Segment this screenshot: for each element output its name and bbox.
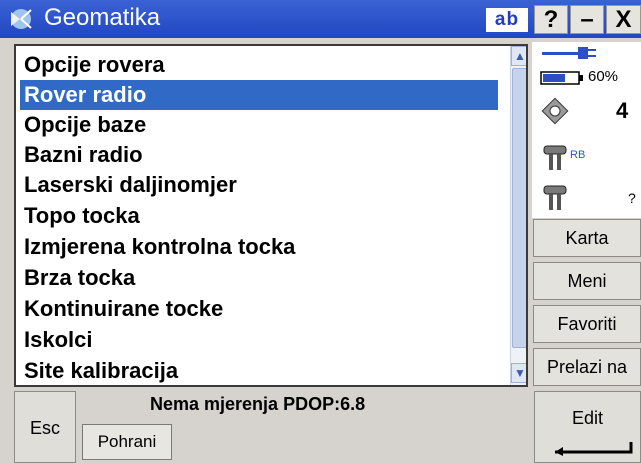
favorites-button[interactable]: Favoriti: [533, 305, 641, 343]
list-item[interactable]: Kontinuirane tocke: [20, 294, 498, 324]
list-item[interactable]: Izmjerena kontrolna tocka: [20, 232, 498, 262]
title-bar: Geomatika ab ? – X: [0, 0, 641, 38]
base-receiver-icon: [543, 185, 567, 210]
map-button-label: Karta: [565, 228, 609, 248]
list-item[interactable]: Opcije rovera: [20, 50, 498, 80]
menu-list[interactable]: Opcije rovera Rover radio Opcije baze Ba…: [14, 44, 528, 387]
list-item[interactable]: Iskolci: [20, 325, 498, 355]
list-item[interactable]: Site kalibracija: [20, 356, 498, 385]
minimize-button[interactable]: –: [570, 5, 604, 34]
scroll-down-icon[interactable]: ▼: [511, 363, 526, 383]
list-item[interactable]: Laserski daljinomjer: [20, 170, 498, 200]
measurement-status: Nema mjerenja PDOP:6.8: [150, 394, 366, 414]
switch-to-button-label: Prelazi na: [546, 357, 628, 377]
rover-radio-label: RB: [570, 149, 586, 161]
edit-button-label: Edit: [571, 408, 604, 428]
esc-button[interactable]: Esc: [14, 391, 76, 463]
list-item[interactable]: Opcije baze: [20, 110, 498, 140]
rover-receiver-icon: [543, 145, 567, 170]
list-item-selected[interactable]: Rover radio: [20, 80, 498, 110]
scroll-up-icon[interactable]: ▲: [511, 46, 526, 66]
list-item[interactable]: Bazni radio: [20, 140, 498, 170]
map-button[interactable]: Karta: [533, 219, 641, 257]
status-panel: 60% 4 RB ?: [532, 42, 641, 218]
store-button[interactable]: Pohrani: [82, 424, 172, 460]
battery-percent: 60%: [588, 68, 619, 85]
satellite-icon: [541, 97, 569, 125]
help-button[interactable]: ?: [534, 5, 568, 34]
scroll-thumb[interactable]: [512, 68, 526, 348]
window-title: Geomatika: [44, 4, 161, 31]
close-button[interactable]: X: [606, 5, 641, 34]
list-item[interactable]: Topo tocka: [20, 201, 498, 231]
input-mode-indicator[interactable]: ab: [486, 8, 528, 32]
enter-key-icon: [555, 442, 633, 456]
favorites-button-label: Favoriti: [557, 314, 617, 334]
satellite-count: 4: [616, 98, 629, 123]
edit-button[interactable]: Edit: [534, 391, 641, 463]
external-power-icon: [542, 47, 596, 59]
battery-icon: [540, 71, 583, 85]
vertical-scrollbar[interactable]: ▲ ▼: [510, 46, 526, 385]
base-status: ?: [628, 190, 636, 206]
menu-button[interactable]: Meni: [533, 262, 641, 300]
satellite-app-icon: [11, 9, 32, 29]
list-item[interactable]: Brza tocka: [20, 263, 498, 293]
switch-to-button[interactable]: Prelazi na: [533, 348, 641, 386]
menu-button-label: Meni: [567, 271, 607, 291]
